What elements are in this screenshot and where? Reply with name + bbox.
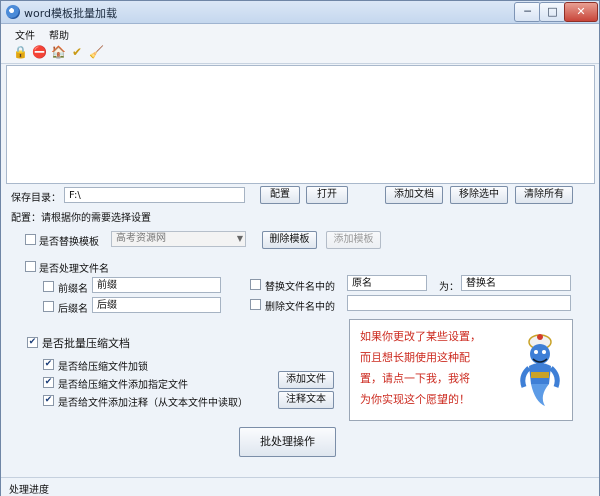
menu-file[interactable]: 文件	[15, 27, 35, 42]
save-dir-input[interactable]: F:\	[64, 187, 245, 203]
replace-template-label: 是否替换模板	[39, 237, 99, 248]
config-button[interactable]: 配置	[260, 186, 300, 204]
process-filename-checkbox[interactable]	[25, 261, 36, 272]
toolbar: 🔒 ⛔ 🏠 ✔ 🧹	[1, 41, 599, 64]
add-template-button[interactable]: 添加模板	[326, 231, 381, 249]
batch-process-button[interactable]: 批处理操作	[239, 427, 336, 457]
progress-label: 处理进度	[9, 485, 49, 496]
home-icon[interactable]: 🏠	[51, 45, 66, 59]
open-button[interactable]: 打开	[306, 186, 348, 204]
add-file-button[interactable]: 添加文件	[278, 371, 334, 389]
check-icon[interactable]: ✔	[70, 45, 84, 59]
template-combo-value: 高考资源网	[116, 233, 166, 244]
tip-text: 如果你更改了某些设置， 而且想长期使用这种配 置，请点一下我，我将 为你实现这个…	[360, 330, 481, 406]
prefix-checkbox[interactable]	[43, 281, 54, 292]
prefix-label: 前缀名	[58, 284, 88, 295]
save-settings-tip[interactable]: 如果你更改了某些设置， 而且想长期使用这种配 置，请点一下我，我将 为你实现这个…	[349, 319, 573, 421]
menu-bar: 文件 帮助	[1, 24, 599, 42]
suffix-checkbox[interactable]	[43, 301, 54, 312]
genie-icon	[520, 334, 560, 406]
replace-from-input[interactable]: 原名	[347, 275, 427, 291]
minimize-button[interactable]: ─	[514, 2, 541, 22]
compress-comment-checkbox[interactable]: ✔	[43, 395, 54, 406]
prefix-input[interactable]: 前缀	[92, 277, 221, 293]
compress-add-file-label: 是否给压缩文件添加指定文件	[58, 380, 188, 391]
lock-icon[interactable]: 🔒	[13, 45, 28, 59]
broom-icon[interactable]: 🧹	[89, 45, 104, 59]
replace-to-input[interactable]: 替换名	[461, 275, 571, 291]
config-hint: 配置：请根据你的需要选择设置	[11, 213, 151, 224]
document-list[interactable]	[6, 65, 595, 184]
compress-checkbox[interactable]: ✔	[27, 337, 38, 348]
menu-help[interactable]: 帮助	[49, 27, 69, 42]
comment-text-button[interactable]: 注释文本	[278, 391, 334, 409]
suffix-input[interactable]: 后缀	[92, 297, 221, 313]
compress-add-file-checkbox[interactable]: ✔	[43, 377, 54, 388]
compress-lock-label: 是否给压缩文件加锁	[58, 362, 148, 373]
save-dir-label: 保存目录：	[11, 193, 61, 204]
compress-comment-label: 是否给文件添加注释（从文本文件中读取）	[58, 398, 248, 409]
app-window: word模板批量加载 ─ □ ✕ 文件 帮助 🔒 ⛔ 🏠 ✔ 🧹 保存目录： F…	[0, 0, 600, 496]
close-button[interactable]: ✕	[564, 2, 598, 22]
template-combo[interactable]: 高考资源网 ▼	[111, 231, 246, 247]
status-bar: 处理进度	[1, 477, 599, 496]
add-doc-button[interactable]: 添加文档	[385, 186, 443, 204]
delete-filename-checkbox[interactable]	[250, 299, 261, 310]
replace-filename-checkbox[interactable]	[250, 279, 261, 290]
chevron-down-icon: ▼	[236, 234, 243, 243]
compress-lock-checkbox[interactable]: ✔	[43, 359, 54, 370]
remove-selected-button[interactable]: 移除选中	[450, 186, 508, 204]
window-title: word模板批量加载	[24, 7, 118, 20]
suffix-label: 后缀名	[58, 304, 88, 315]
clear-all-button[interactable]: 清除所有	[515, 186, 573, 204]
delete-filename-label: 删除文件名中的	[265, 302, 335, 313]
replace-filename-label: 替换文件名中的	[265, 282, 335, 293]
maximize-button[interactable]: □	[539, 2, 566, 22]
stop-icon[interactable]: ⛔	[32, 45, 47, 59]
title-bar[interactable]: word模板批量加载 ─ □ ✕	[1, 1, 599, 24]
compress-label: 是否批量压缩文档	[42, 337, 130, 350]
replace-template-checkbox[interactable]	[25, 234, 36, 245]
replace-as-label: 为：	[439, 282, 459, 293]
delete-text-input[interactable]	[347, 295, 571, 311]
process-filename-label: 是否处理文件名	[39, 264, 109, 275]
app-icon	[6, 5, 20, 19]
delete-template-button[interactable]: 删除模板	[262, 231, 317, 249]
